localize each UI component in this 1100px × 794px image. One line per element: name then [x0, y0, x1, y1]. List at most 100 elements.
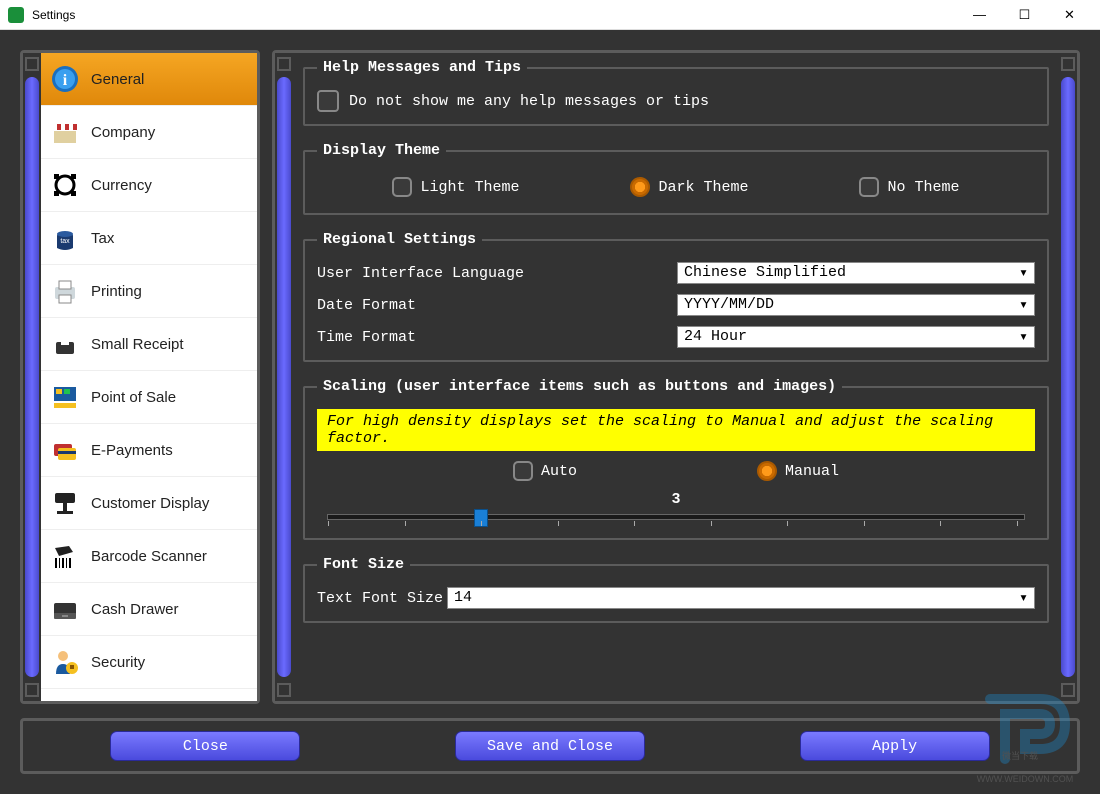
scaling-slider[interactable] — [327, 514, 1025, 520]
content-scrollbar-left[interactable] — [275, 53, 293, 701]
sidebar-item-small-receipt[interactable]: Small Receipt — [41, 318, 257, 371]
sidebar-item-label: Security — [91, 654, 145, 671]
titlebar: Settings ― ☐ ✕ — [0, 0, 1100, 30]
sidebar-item-tax[interactable]: tax Tax — [41, 212, 257, 265]
svg-text:i: i — [63, 72, 68, 89]
save-and-close-button[interactable]: Save and Close — [455, 731, 645, 761]
content-panel: Help Messages and Tips Do not show me an… — [272, 50, 1080, 704]
close-window-button[interactable]: ✕ — [1047, 0, 1092, 30]
radio-label: Dark Theme — [658, 179, 748, 196]
app-icon — [8, 7, 24, 23]
sidebar-item-pos[interactable]: Point of Sale — [41, 371, 257, 424]
theme-fieldset: Display Theme Light Theme Dark Theme — [303, 142, 1049, 215]
button-label: Close — [183, 738, 228, 755]
time-format-select[interactable]: 24 Hour — [677, 326, 1035, 348]
help-checkbox-label: Do not show me any help messages or tips — [349, 93, 709, 110]
window-title: Settings — [32, 8, 75, 22]
cash-drawer-icon — [49, 593, 81, 625]
sidebar-item-cash-drawer[interactable]: Cash Drawer — [41, 583, 257, 636]
sidebar-item-barcode[interactable]: Barcode Scanner — [41, 530, 257, 583]
sidebar-item-printing[interactable]: Printing — [41, 265, 257, 318]
sidebar-item-label: Company — [91, 124, 155, 141]
currency-icon — [49, 169, 81, 201]
sidebar-item-currency[interactable]: Currency — [41, 159, 257, 212]
scaling-fieldset: Scaling (user interface items such as bu… — [303, 378, 1049, 540]
sidebar-item-label: General — [91, 71, 144, 88]
scroll-down-icon[interactable] — [25, 683, 39, 697]
sidebar-item-general[interactable]: i General — [41, 53, 257, 106]
nav-list: i General Company Currency — [41, 53, 257, 701]
watermark-text: WWW.WEIDOWN.COM — [970, 774, 1080, 784]
sidebar-item-label: E-Payments — [91, 442, 173, 459]
scaling-value: 3 — [327, 491, 1025, 508]
radio-label: No Theme — [887, 179, 959, 196]
scroll-up-icon[interactable] — [277, 57, 291, 71]
window-controls: ― ☐ ✕ — [957, 0, 1092, 30]
scroll-up-icon[interactable] — [1061, 57, 1075, 71]
select-value: 14 — [454, 589, 472, 606]
button-label: Apply — [872, 738, 917, 755]
store-icon — [49, 116, 81, 148]
scroll-track[interactable] — [1061, 77, 1075, 677]
radio-icon — [513, 461, 533, 481]
scroll-up-icon[interactable] — [25, 57, 39, 71]
language-label: User Interface Language — [317, 265, 677, 282]
font-legend: Font Size — [317, 556, 410, 573]
footer: Close Save and Close Apply — [20, 718, 1080, 774]
font-size-label: Text Font Size — [317, 590, 447, 607]
theme-radio-none[interactable]: No Theme — [859, 177, 959, 197]
sidebar-item-company[interactable]: Company — [41, 106, 257, 159]
scaling-legend: Scaling (user interface items such as bu… — [317, 378, 842, 395]
time-format-label: Time Format — [317, 329, 677, 346]
radio-icon — [392, 177, 412, 197]
scroll-down-icon[interactable] — [277, 683, 291, 697]
sidebar-item-label: Barcode Scanner — [91, 548, 207, 565]
language-select[interactable]: Chinese Simplified — [677, 262, 1035, 284]
date-format-select[interactable]: YYYY/MM/DD — [677, 294, 1035, 316]
sidebar-item-security[interactable]: Security — [41, 636, 257, 689]
info-icon: i — [49, 63, 81, 95]
sidebar-item-customer-display[interactable]: Customer Display — [41, 477, 257, 530]
receipt-printer-icon — [49, 328, 81, 360]
sidebar-item-epayments[interactable]: E-Payments — [41, 424, 257, 477]
radio-icon — [757, 461, 777, 481]
scroll-track[interactable] — [277, 77, 291, 677]
select-value: YYYY/MM/DD — [684, 296, 774, 313]
display-icon — [49, 487, 81, 519]
scroll-track[interactable] — [25, 77, 39, 677]
sidebar-item-label: Currency — [91, 177, 152, 194]
select-value: 24 Hour — [684, 328, 747, 345]
radio-label: Light Theme — [420, 179, 519, 196]
date-format-label: Date Format — [317, 297, 677, 314]
sidebar-panel: i General Company Currency — [20, 50, 260, 704]
font-fieldset: Font Size Text Font Size 14 — [303, 556, 1049, 623]
close-button[interactable]: Close — [110, 731, 300, 761]
theme-radio-light[interactable]: Light Theme — [392, 177, 519, 197]
apply-button[interactable]: Apply — [800, 731, 990, 761]
sidebar-item-label: Small Receipt — [91, 336, 184, 353]
security-icon — [49, 646, 81, 678]
sidebar-scrollbar[interactable] — [23, 53, 41, 701]
minimize-button[interactable]: ― — [957, 0, 1002, 30]
maximize-button[interactable]: ☐ — [1002, 0, 1047, 30]
content-scrollbar-right[interactable] — [1059, 53, 1077, 701]
help-legend: Help Messages and Tips — [317, 59, 527, 76]
printer-icon — [49, 275, 81, 307]
scaling-hint: For high density displays set the scalin… — [317, 409, 1035, 451]
select-value: Chinese Simplified — [684, 264, 846, 281]
sidebar-item-label: Customer Display — [91, 495, 209, 512]
pos-icon — [49, 381, 81, 413]
scroll-down-icon[interactable] — [1061, 683, 1075, 697]
font-size-select[interactable]: 14 — [447, 587, 1035, 609]
regional-fieldset: Regional Settings User Interface Languag… — [303, 231, 1049, 362]
sidebar-item-label: Tax — [91, 230, 114, 247]
help-fieldset: Help Messages and Tips Do not show me an… — [303, 59, 1049, 126]
scaling-radio-auto[interactable]: Auto — [513, 461, 577, 481]
scaling-radio-manual[interactable]: Manual — [757, 461, 839, 481]
tax-icon: tax — [49, 222, 81, 254]
help-checkbox[interactable] — [317, 90, 339, 112]
barcode-icon — [49, 540, 81, 572]
sidebar-item-label: Point of Sale — [91, 389, 176, 406]
radio-label: Manual — [785, 463, 839, 480]
theme-radio-dark[interactable]: Dark Theme — [630, 177, 748, 197]
